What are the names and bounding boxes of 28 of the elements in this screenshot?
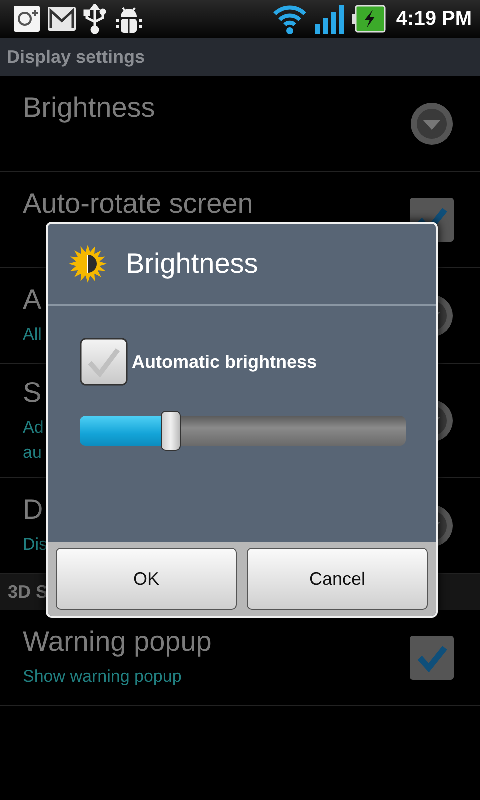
checkbox[interactable]: [409, 634, 455, 680]
clock-time: 4:19 PM: [396, 8, 472, 30]
app-icon: [13, 5, 41, 33]
dialog-button[interactable]: Cancel: [247, 548, 428, 610]
setting-summary: Dis: [23, 534, 48, 556]
slider-handle[interactable]: [161, 411, 182, 451]
battery-charging-icon: [352, 5, 386, 33]
brightness-slider[interactable]: [80, 411, 406, 451]
sun-icon: [68, 244, 108, 284]
setting-title: Warning popup: [23, 626, 212, 658]
setting-title: Auto-rotate screen: [23, 188, 254, 220]
wifi-icon: [272, 3, 308, 35]
setting-title: A: [23, 284, 42, 316]
setting-summary: Show warning popup: [23, 666, 183, 688]
setting-title: S: [23, 376, 43, 408]
dialog-button[interactable]: OK: [56, 548, 237, 610]
signal-icon: [314, 4, 346, 34]
usb-icon: [83, 4, 107, 34]
setting-title: D: [23, 494, 44, 526]
checkbox-label: Automatic brightness: [132, 352, 318, 372]
setting-summary: Ad au: [23, 416, 44, 464]
screen-title: Display settings: [7, 46, 146, 68]
setting-title: Brightness: [23, 92, 156, 124]
checkbox[interactable]: [80, 338, 128, 386]
setting-summary: All: [23, 324, 42, 346]
dropdown-icon[interactable]: [409, 100, 455, 146]
mail-icon: [47, 5, 77, 33]
dialog-title: Brightness: [126, 248, 258, 280]
